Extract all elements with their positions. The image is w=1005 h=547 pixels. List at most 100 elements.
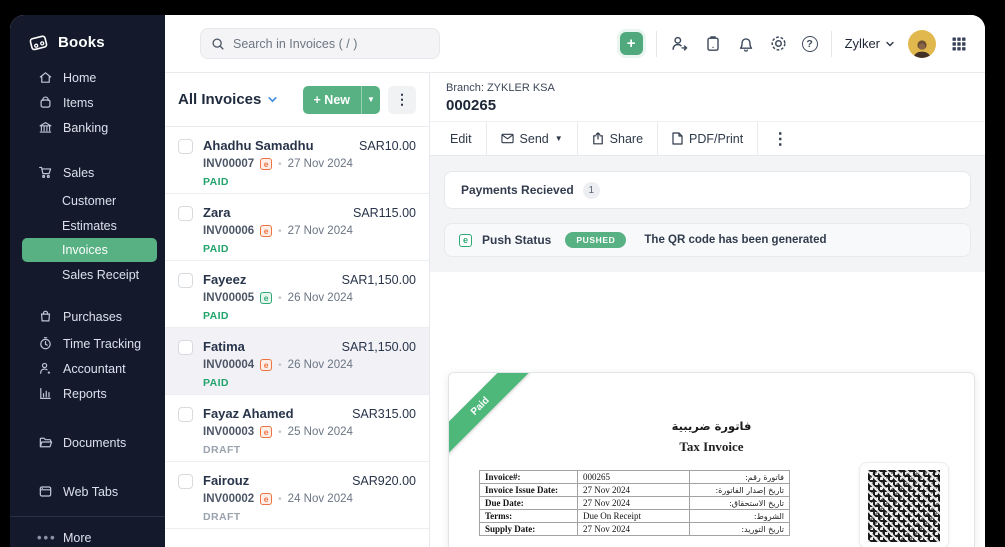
detail-more-button[interactable]: ⋮ xyxy=(758,122,802,155)
settings-icon[interactable] xyxy=(769,34,789,54)
row-checkbox[interactable] xyxy=(178,139,193,154)
sidebar-item-home[interactable]: Home xyxy=(10,65,165,90)
sidebar-item-time-tracking[interactable]: Time Tracking xyxy=(10,331,165,356)
sidebar-item-web-tabs[interactable]: Web Tabs xyxy=(10,479,165,504)
meta-label-arabic: الشروط: xyxy=(690,510,790,523)
sidebar-item-reports[interactable]: Reports xyxy=(10,381,165,406)
sidebar-item-label: Sales Receipt xyxy=(62,268,139,282)
app-logo[interactable]: Books xyxy=(10,15,165,53)
share-icon xyxy=(592,132,604,145)
new-invoice-button[interactable]: + New ▼ xyxy=(303,86,380,114)
invoice-row[interactable]: FairouzSAR920.00 INV00002e•24 Nov 2024 D… xyxy=(165,462,429,529)
table-row: Supply Date: 27 Nov 2024 تاريخ التوريد: xyxy=(480,523,790,536)
invoice-document: Paid فاتورة ضريبية Tax Invoice Invoice#:… xyxy=(448,372,975,547)
sidebar-item-accountant[interactable]: Accountant xyxy=(10,356,165,381)
quick-create-button[interactable]: + xyxy=(620,32,643,55)
search-input[interactable] xyxy=(233,37,429,51)
sidebar-item-label: Web Tabs xyxy=(63,485,118,499)
meta-value: Due On Receipt xyxy=(578,510,690,523)
topbar-divider xyxy=(831,31,832,57)
envelope-icon xyxy=(501,133,514,144)
invoice-row[interactable]: Ahadhu SamadhuSAR10.00 INV00007e•27 Nov … xyxy=(165,127,429,194)
invoice-amount: SAR115.00 xyxy=(353,206,416,220)
table-row: Terms: Due On Receipt الشروط: xyxy=(480,510,790,523)
document-title-arabic: فاتورة ضريبية xyxy=(449,419,974,433)
share-label: Share xyxy=(610,132,643,146)
sidebar-item-estimates[interactable]: Estimates xyxy=(10,213,165,238)
row-checkbox[interactable] xyxy=(178,206,193,221)
invoice-detail-panel: Branch: ZYKLER KSA 000265 Edit Send▼ Sha… xyxy=(430,73,985,547)
apps-grid-icon[interactable] xyxy=(949,34,969,54)
einvoice-icon: e xyxy=(260,359,272,371)
customer-name: Fairouz xyxy=(203,473,249,488)
sidebar-item-label: Estimates xyxy=(62,219,117,233)
pdf-print-button[interactable]: PDF/Print xyxy=(658,122,757,155)
meta-label-arabic: فاتورة رقم: xyxy=(690,471,790,484)
push-status-section: e Push Status PUSHED The QR code has bee… xyxy=(444,223,971,257)
sidebar-item-label: Time Tracking xyxy=(63,337,141,351)
sidebar-item-invoices[interactable]: Invoices xyxy=(22,238,157,262)
sidebar-item-label: Documents xyxy=(63,436,126,450)
share-button[interactable]: Share xyxy=(578,122,657,155)
invoice-number: INV00003 xyxy=(203,426,254,438)
meta-label: Terms: xyxy=(480,510,578,523)
refer-users-icon[interactable] xyxy=(670,34,690,54)
chevron-down-icon xyxy=(885,39,895,49)
send-button[interactable]: Send▼ xyxy=(487,122,577,155)
help-icon[interactable]: ? xyxy=(802,36,818,52)
row-checkbox[interactable] xyxy=(178,474,193,489)
invoice-row[interactable]: ZaraSAR115.00 INV00006e•27 Nov 2024 PAID xyxy=(165,194,429,261)
user-avatar[interactable] xyxy=(908,30,936,58)
status-badge: PAID xyxy=(203,377,416,389)
announcements-icon[interactable] xyxy=(703,34,723,54)
dot-separator: • xyxy=(278,494,282,505)
sidebar-item-purchases[interactable]: Purchases xyxy=(10,304,165,329)
app-window: Books Home Items Banking Sales Customer xyxy=(10,15,985,547)
invoice-number: INV00007 xyxy=(203,158,254,170)
invoice-amount: SAR10.00 xyxy=(359,139,416,153)
sidebar-item-sales[interactable]: Sales xyxy=(10,160,165,185)
table-row: Invoice Issue Date: 27 Nov 2024 تاريخ إص… xyxy=(480,484,790,497)
sidebar-item-documents[interactable]: Documents xyxy=(10,430,165,455)
table-row: Invoice#: 000265 فاتورة رقم: xyxy=(480,471,790,484)
accountant-icon xyxy=(37,361,53,377)
org-switcher[interactable]: Zylker xyxy=(845,36,895,51)
edit-label: Edit xyxy=(450,132,472,146)
new-invoice-label[interactable]: + New xyxy=(303,86,361,114)
bag-icon xyxy=(37,309,53,325)
sidebar-item-items[interactable]: Items xyxy=(10,90,165,115)
invoice-row[interactable]: Fayaz AhamedSAR315.00 INV00003e•25 Nov 2… xyxy=(165,395,429,462)
status-badge: PAID xyxy=(203,243,416,255)
payments-received-section[interactable]: Payments Recieved 1 xyxy=(444,171,971,209)
sidebar-item-label: Reports xyxy=(63,387,107,401)
sidebar-item-banking[interactable]: Banking xyxy=(10,115,165,140)
search-box[interactable] xyxy=(200,28,440,59)
invoice-row-selected[interactable]: FatimaSAR1,150.00 INV00004e•26 Nov 2024 … xyxy=(165,328,429,395)
sidebar-item-sales-receipt[interactable]: Sales Receipt xyxy=(10,262,165,287)
status-badge: DRAFT xyxy=(203,444,416,456)
invoice-date: 27 Nov 2024 xyxy=(288,158,353,170)
row-checkbox[interactable] xyxy=(178,273,193,288)
push-status-label: Push Status xyxy=(482,233,551,247)
meta-label: Supply Date: xyxy=(480,523,578,536)
notifications-icon[interactable] xyxy=(736,34,756,54)
invoice-date: 25 Nov 2024 xyxy=(288,426,353,438)
edit-button[interactable]: Edit xyxy=(436,122,486,155)
sidebar-item-label: Customer xyxy=(62,194,116,208)
sidebar-item-more[interactable]: ••• More xyxy=(10,525,165,547)
detail-mid-section: Payments Recieved 1 e Push Status PUSHED… xyxy=(430,156,985,272)
list-more-button[interactable]: ⋮ xyxy=(388,86,416,114)
meta-label-arabic: تاريخ الاستحقاق: xyxy=(690,497,790,510)
pdf-print-label: PDF/Print xyxy=(689,132,743,146)
new-invoice-caret[interactable]: ▼ xyxy=(361,86,380,114)
list-title-dropdown[interactable]: All Invoices xyxy=(178,91,278,108)
invoice-row[interactable]: FayeezSAR1,150.00 INV00005e•26 Nov 2024 … xyxy=(165,261,429,328)
qr-code xyxy=(868,470,940,542)
customer-name: Fatima xyxy=(203,339,245,354)
dot-separator: • xyxy=(278,360,282,371)
einvoice-icon: e xyxy=(260,292,272,304)
invoice-number: INV00006 xyxy=(203,225,254,237)
row-checkbox[interactable] xyxy=(178,340,193,355)
row-checkbox[interactable] xyxy=(178,407,193,422)
sidebar-item-customer[interactable]: Customer xyxy=(10,188,165,213)
